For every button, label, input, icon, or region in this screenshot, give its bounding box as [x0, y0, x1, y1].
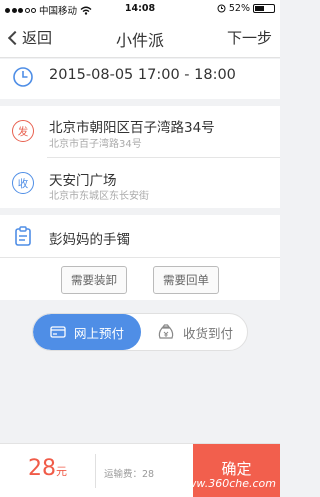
battery-percent: 52% [228, 3, 250, 14]
freight-fee: 运输费：28 [104, 469, 155, 480]
sender-tag: 发 [17, 125, 29, 138]
credit-card-icon [50, 326, 66, 338]
clipboard-icon [15, 226, 31, 246]
receiver-location-icon: 收 [12, 172, 34, 194]
price-value: 28 [28, 456, 56, 481]
pay-online-option[interactable]: 网上预付 [33, 314, 141, 350]
sender-address-main: 北京市朝阳区百子湾路34号 [49, 120, 215, 136]
payment-toggle: 网上预付 收货到付 [32, 313, 248, 351]
receiver-address-main: 天安门广场 [49, 173, 117, 189]
status-right: 52% [217, 3, 275, 14]
item-row[interactable] [0, 215, 280, 257]
pay-on-delivery-option[interactable]: 收货到付 [141, 314, 247, 350]
confirm-label: 确定 [221, 460, 252, 478]
receiver-tag: 收 [17, 177, 29, 190]
item-name: 彭妈妈的手镯 [49, 232, 130, 248]
item-divider [0, 257, 280, 258]
nav-bar: 返回 小件派 下一步 [0, 18, 280, 58]
receiver-address-sub: 北京市东城区东长安街 [49, 191, 149, 202]
need-loading-button[interactable]: 需要装卸 [61, 266, 127, 294]
price-divider [95, 454, 96, 488]
battery-icon [253, 4, 275, 13]
watermark-text: www.360che.com [178, 477, 276, 490]
sender-address-sub: 北京市百子湾路34号 [49, 139, 142, 150]
price-unit: 元 [56, 465, 67, 478]
item-card [0, 215, 280, 300]
sender-location-icon: 发 [12, 120, 34, 142]
clock-icon [13, 67, 33, 87]
alarm-icon [217, 4, 226, 13]
pay-on-delivery-label: 收货到付 [182, 325, 233, 341]
status-bar: 中国移动 14:08 52% [0, 0, 280, 18]
total-price: 28元 [28, 456, 67, 481]
cash-bag-icon [158, 324, 174, 339]
need-receipt-button[interactable]: 需要回单 [153, 266, 219, 294]
pay-online-label: 网上预付 [73, 325, 124, 341]
pickup-time-text: 2015-08-05 17:00 - 18:00 [49, 67, 236, 83]
next-step-button[interactable]: 下一步 [227, 27, 272, 48]
